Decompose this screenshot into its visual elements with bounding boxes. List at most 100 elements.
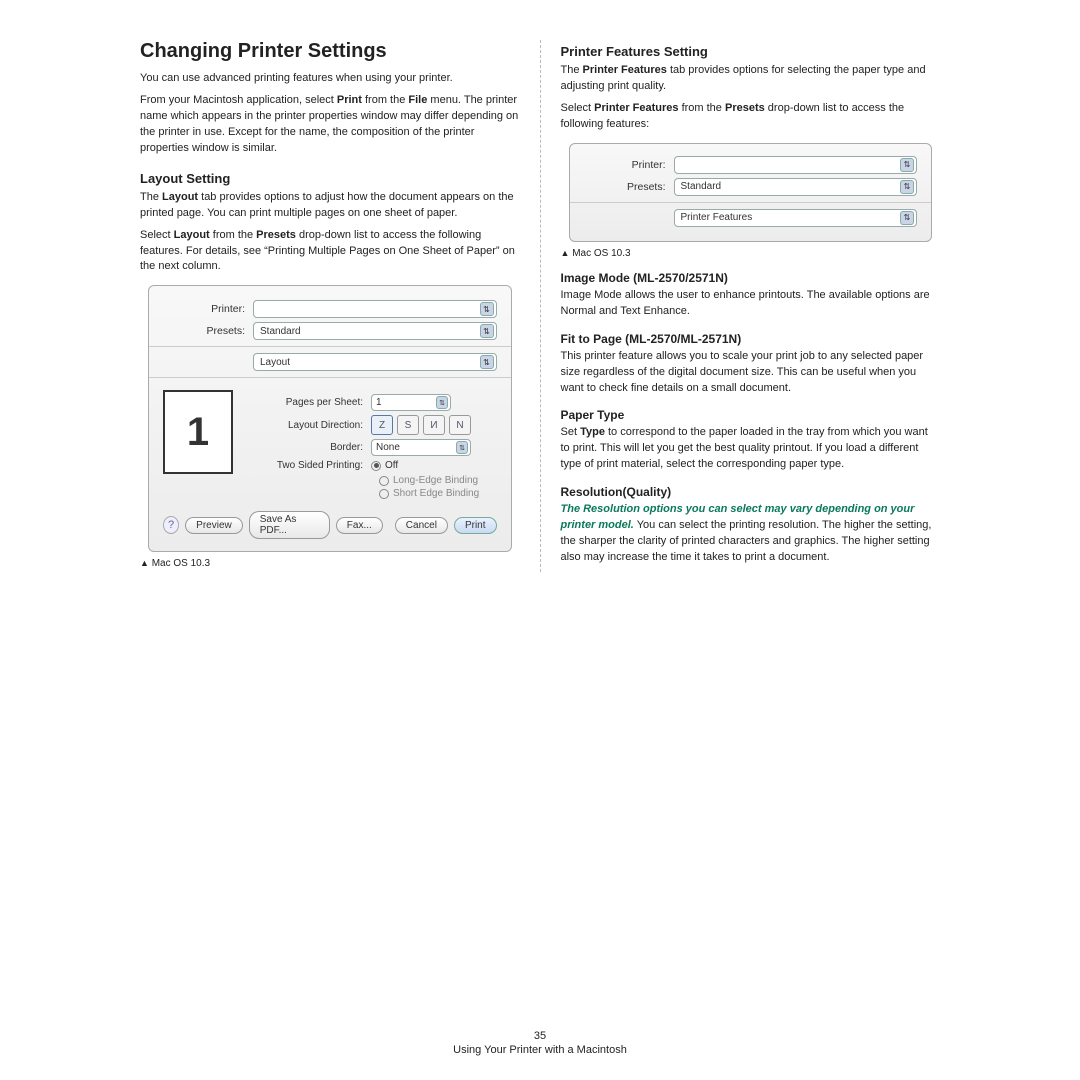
section-select-2[interactable]: Printer Features ⇅ [674, 209, 918, 227]
left-column: Changing Printer Settings You can use ad… [120, 40, 541, 572]
text: to correspond to the paper loaded in the… [561, 426, 928, 470]
text: The [561, 64, 583, 76]
layout-direction-group: Z S И N [371, 415, 471, 435]
layout-para-1: The Layout tab provides options to adjus… [140, 190, 520, 222]
triangle-icon: ▲ [140, 558, 149, 568]
text: Select [140, 229, 174, 241]
radio-short-edge[interactable] [379, 489, 389, 499]
presets-label: Presets: [163, 325, 253, 337]
pps-value: 1 [376, 397, 382, 408]
divider [570, 202, 932, 203]
layout-direction-label: Layout Direction: [251, 420, 371, 431]
section-value-2: Printer Features [681, 212, 753, 223]
page-title: Changing Printer Settings [140, 40, 520, 63]
printer-select-2[interactable]: ⇅ [674, 156, 918, 174]
border-value: None [376, 442, 400, 453]
text-bold: Printer Features [583, 64, 667, 76]
caption-text: Mac OS 10.3 [572, 248, 630, 259]
cancel-button[interactable]: Cancel [395, 517, 448, 534]
layout-dialog: Printer: ⇅ Presets: Standard ⇅ Layout ⇅ 1 [148, 285, 512, 552]
text-bold: Type [580, 426, 605, 438]
page-number: 35 [0, 1030, 1080, 1042]
page-footer: 35 Using Your Printer with a Macintosh [0, 1030, 1080, 1056]
chevron-down-icon: ⇅ [900, 180, 914, 194]
text-bold: Layout [162, 191, 198, 203]
text-bold: Print [337, 94, 362, 106]
right-column: Printer Features Setting The Printer Fea… [541, 40, 961, 572]
direction-s-icon[interactable]: S [397, 415, 419, 435]
radio-off[interactable] [371, 461, 381, 471]
fit-to-page-para: This printer feature allows you to scale… [561, 349, 941, 397]
text: Set [561, 426, 581, 438]
direction-z-icon[interactable]: Z [371, 415, 393, 435]
border-select[interactable]: None ⇅ [371, 439, 471, 456]
chevron-down-icon: ⇅ [900, 211, 914, 225]
fit-to-page-heading: Fit to Page (ML-2570/ML-2571N) [561, 332, 941, 346]
caption-text: Mac OS 10.3 [152, 558, 210, 569]
text-bold: Presets [725, 102, 765, 114]
triangle-icon: ▲ [561, 248, 570, 258]
text: Select [561, 102, 595, 114]
chevron-down-icon: ⇅ [480, 355, 494, 369]
pages-per-sheet-label: Pages per Sheet: [251, 397, 371, 408]
help-icon[interactable]: ? [163, 516, 179, 534]
section-value: Layout [260, 357, 290, 368]
text: From your Macintosh application, select [140, 94, 337, 106]
layout-setting-heading: Layout Setting [140, 171, 520, 186]
save-as-pdf-button[interactable]: Save As PDF... [249, 511, 330, 539]
printer-features-heading: Printer Features Setting [561, 44, 941, 59]
text-bold: File [408, 94, 427, 106]
direction-n-icon[interactable]: N [449, 415, 471, 435]
pf-para-1: The Printer Features tab provides option… [561, 63, 941, 95]
text-bold: Printer Features [594, 102, 678, 114]
printer-features-dialog: Printer: ⇅ Presets: Standard ⇅ Printer Fe… [569, 143, 933, 242]
chevron-down-icon: ⇅ [900, 158, 914, 172]
pages-per-sheet-select[interactable]: 1⇅ [371, 394, 451, 411]
long-edge-label: Long-Edge Binding [393, 475, 478, 486]
paper-type-heading: Paper Type [561, 408, 941, 422]
fax-button[interactable]: Fax... [336, 517, 383, 534]
from-menu-para: From your Macintosh application, select … [140, 93, 520, 157]
layout-para-2: Select Layout from the Presets drop-down… [140, 228, 520, 276]
short-edge-label: Short Edge Binding [393, 488, 479, 499]
printer-label: Printer: [163, 303, 253, 315]
section-select[interactable]: Layout ⇅ [253, 353, 497, 371]
text: The [140, 191, 162, 203]
dialog-caption-left: ▲ Mac OS 10.3 [140, 558, 520, 569]
chevron-down-icon: ⇅ [480, 302, 494, 316]
chapter-title: Using Your Printer with a Macintosh [453, 1044, 627, 1056]
text-bold: Layout [174, 229, 210, 241]
resolution-para: The Resolution options you can select ma… [561, 502, 941, 566]
presets-value-2: Standard [681, 181, 722, 192]
off-label: Off [385, 460, 398, 471]
chevron-down-icon: ⇅ [480, 324, 494, 338]
chevron-down-icon: ⇅ [456, 441, 468, 454]
resolution-heading: Resolution(Quality) [561, 485, 941, 499]
divider [149, 377, 511, 378]
image-mode-heading: Image Mode (ML-2570/2571N) [561, 271, 941, 285]
border-label: Border: [251, 442, 371, 453]
text: from the [679, 102, 725, 114]
presets-select[interactable]: Standard ⇅ [253, 322, 497, 340]
presets-select-2[interactable]: Standard ⇅ [674, 178, 918, 196]
text: from the [362, 94, 408, 106]
direction-u-icon[interactable]: И [423, 415, 445, 435]
pf-para-2: Select Printer Features from the Presets… [561, 101, 941, 133]
two-sided-label: Two Sided Printing: [251, 460, 371, 471]
image-mode-para: Image Mode allows the user to enhance pr… [561, 288, 941, 320]
text-bold: Presets [256, 229, 296, 241]
text: from the [210, 229, 256, 241]
printer-label-2: Printer: [584, 159, 674, 171]
dialog-caption-right: ▲ Mac OS 10.3 [561, 248, 941, 259]
paper-type-para: Set Type to correspond to the paper load… [561, 425, 941, 473]
presets-value: Standard [260, 326, 301, 337]
divider [149, 346, 511, 347]
print-button[interactable]: Print [454, 517, 497, 534]
page-preview-icon: 1 [163, 390, 233, 474]
radio-long-edge[interactable] [379, 476, 389, 486]
printer-select[interactable]: ⇅ [253, 300, 497, 318]
chevron-down-icon: ⇅ [436, 396, 448, 409]
presets-label-2: Presets: [584, 181, 674, 193]
intro-para: You can use advanced printing features w… [140, 71, 520, 87]
preview-button[interactable]: Preview [185, 517, 243, 534]
